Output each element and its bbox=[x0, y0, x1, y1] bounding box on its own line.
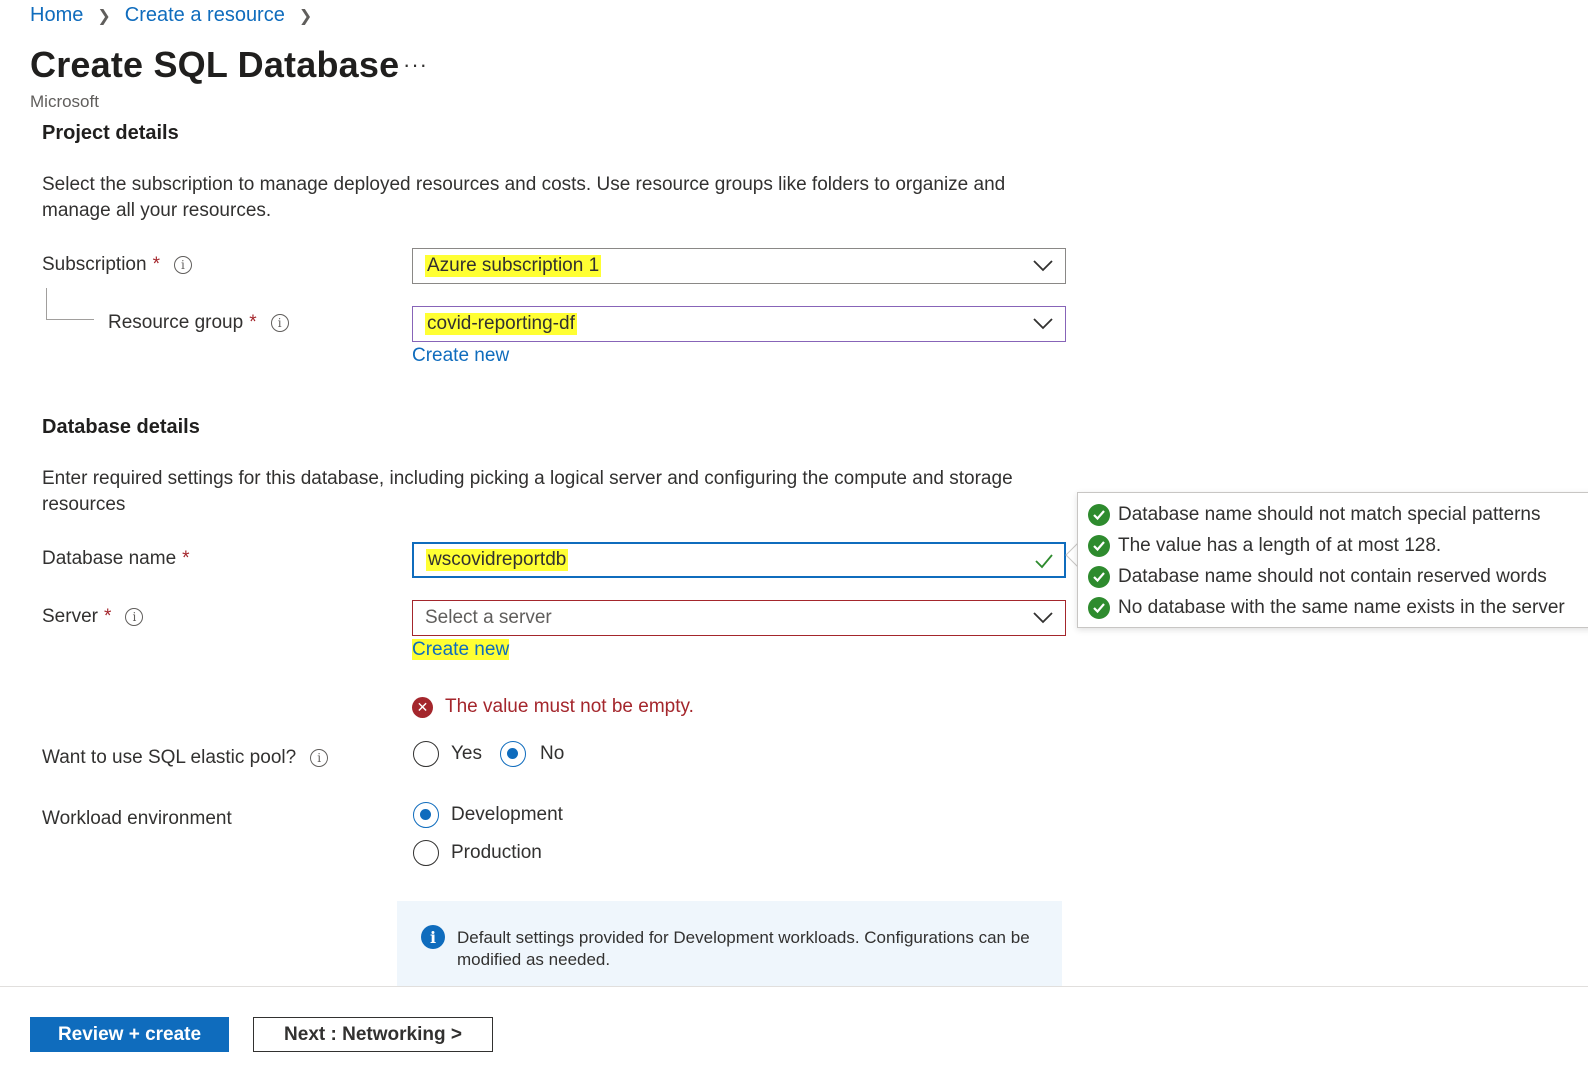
elastic-pool-label-text: Want to use SQL elastic pool? bbox=[42, 747, 297, 768]
validation-item: Database name should not contain reserve… bbox=[1088, 561, 1588, 592]
workload-environment-label: Workload environment bbox=[42, 808, 232, 830]
breadcrumb: Home ❯ Create a resource ❯ bbox=[30, 4, 326, 27]
chevron-down-icon bbox=[1033, 260, 1053, 272]
elastic-pool-label: Want to use SQL elastic pool? i bbox=[42, 747, 329, 769]
elastic-pool-no-radio[interactable] bbox=[500, 741, 526, 767]
create-new-server-link[interactable]: Create new bbox=[412, 639, 510, 661]
workload-development-label[interactable]: Development bbox=[451, 804, 563, 826]
resource-group-dropdown[interactable]: covid-reporting-df bbox=[412, 306, 1066, 342]
resource-group-value: covid-reporting-df bbox=[425, 313, 577, 335]
subscription-dropdown[interactable]: Azure subscription 1 bbox=[412, 248, 1066, 284]
server-dropdown[interactable]: Select a server bbox=[412, 600, 1066, 636]
publisher-label: Microsoft bbox=[30, 92, 99, 111]
workload-production-radio[interactable] bbox=[413, 840, 439, 866]
workload-production-option[interactable]: Production bbox=[413, 840, 542, 866]
server-placeholder: Select a server bbox=[425, 607, 552, 628]
breadcrumb-create-resource-link[interactable]: Create a resource bbox=[125, 4, 285, 27]
resource-group-label: Resource group * i bbox=[108, 312, 289, 334]
database-name-label-text: Database name bbox=[42, 548, 177, 569]
create-new-resource-group-link[interactable]: Create new bbox=[412, 345, 509, 367]
database-name-label: Database name * bbox=[42, 548, 190, 570]
info-icon[interactable]: i bbox=[173, 256, 192, 274]
footer-divider bbox=[0, 986, 1588, 987]
database-name-input[interactable]: wscovidreportdb bbox=[412, 542, 1066, 578]
validation-text: The value has a length of at most 128. bbox=[1118, 534, 1442, 556]
project-details-description: Select the subscription to manage deploy… bbox=[42, 174, 1006, 221]
chevron-right-icon: ❯ bbox=[97, 7, 111, 25]
success-check-icon bbox=[1088, 503, 1110, 526]
elastic-pool-yes-radio[interactable] bbox=[413, 741, 439, 767]
info-icon[interactable]: i bbox=[125, 608, 144, 626]
required-asterisk: * bbox=[152, 254, 160, 275]
checkmark-icon bbox=[1035, 554, 1053, 569]
chevron-down-icon bbox=[1033, 612, 1053, 624]
database-name-value: wscovidreportdb bbox=[426, 549, 569, 571]
tree-connector bbox=[46, 288, 94, 320]
next-networking-button[interactable]: Next : Networking > bbox=[253, 1017, 493, 1052]
subscription-label: Subscription * i bbox=[42, 254, 192, 276]
success-check-icon bbox=[1088, 596, 1110, 619]
create-new-server-text: Create new bbox=[412, 639, 510, 660]
more-options-icon[interactable]: ··· bbox=[403, 52, 428, 78]
elastic-pool-radio-group: Yes No bbox=[413, 741, 564, 767]
workload-development-option[interactable]: Development bbox=[413, 802, 563, 828]
success-check-icon bbox=[1088, 565, 1110, 588]
elastic-pool-no-label[interactable]: No bbox=[540, 743, 564, 765]
breadcrumb-home-link[interactable]: Home bbox=[30, 4, 83, 27]
validation-text: Database name should not match special p… bbox=[1118, 503, 1541, 525]
info-box: i Default settings provided for Developm… bbox=[397, 901, 1062, 987]
server-label: Server * i bbox=[42, 606, 144, 628]
validation-text: Database name should not contain reserve… bbox=[1118, 565, 1547, 587]
info-icon[interactable]: i bbox=[270, 314, 289, 332]
required-asterisk: * bbox=[249, 312, 257, 333]
workload-production-label[interactable]: Production bbox=[451, 842, 542, 864]
required-asterisk: * bbox=[103, 606, 112, 627]
subscription-label-text: Subscription bbox=[42, 254, 147, 275]
info-box-text: Default settings provided for Developmen… bbox=[457, 928, 1030, 969]
subscription-value: Azure subscription 1 bbox=[425, 255, 602, 277]
server-error-message: ✕ The value must not be empty. bbox=[412, 696, 694, 718]
validation-item: The value has a length of at most 128. bbox=[1088, 530, 1588, 561]
page-title: Create SQL Database bbox=[30, 44, 400, 85]
server-label-text: Server bbox=[42, 606, 98, 627]
validation-text: No database with the same name exists in… bbox=[1118, 596, 1565, 618]
chevron-down-icon bbox=[1033, 318, 1053, 330]
project-details-heading: Project details bbox=[42, 122, 179, 144]
database-details-description: Enter required settings for this databas… bbox=[42, 468, 1013, 515]
validation-callout: Database name should not match special p… bbox=[1077, 492, 1588, 628]
chevron-right-icon: ❯ bbox=[298, 7, 313, 25]
success-check-icon bbox=[1088, 534, 1110, 557]
resource-group-label-text: Resource group bbox=[108, 312, 244, 333]
review-create-button[interactable]: Review + create bbox=[30, 1017, 229, 1052]
error-icon: ✕ bbox=[412, 696, 433, 718]
info-icon: i bbox=[421, 925, 445, 949]
workload-development-radio[interactable] bbox=[413, 802, 439, 828]
workload-environment-label-text: Workload environment bbox=[42, 808, 232, 829]
validation-item: No database with the same name exists in… bbox=[1088, 592, 1588, 623]
server-error-text: The value must not be empty. bbox=[445, 696, 694, 717]
required-asterisk: * bbox=[182, 548, 190, 569]
validation-item: Database name should not match special p… bbox=[1088, 499, 1588, 530]
database-details-heading: Database details bbox=[42, 416, 200, 438]
info-icon[interactable]: i bbox=[310, 749, 329, 767]
elastic-pool-yes-label[interactable]: Yes bbox=[451, 743, 482, 765]
